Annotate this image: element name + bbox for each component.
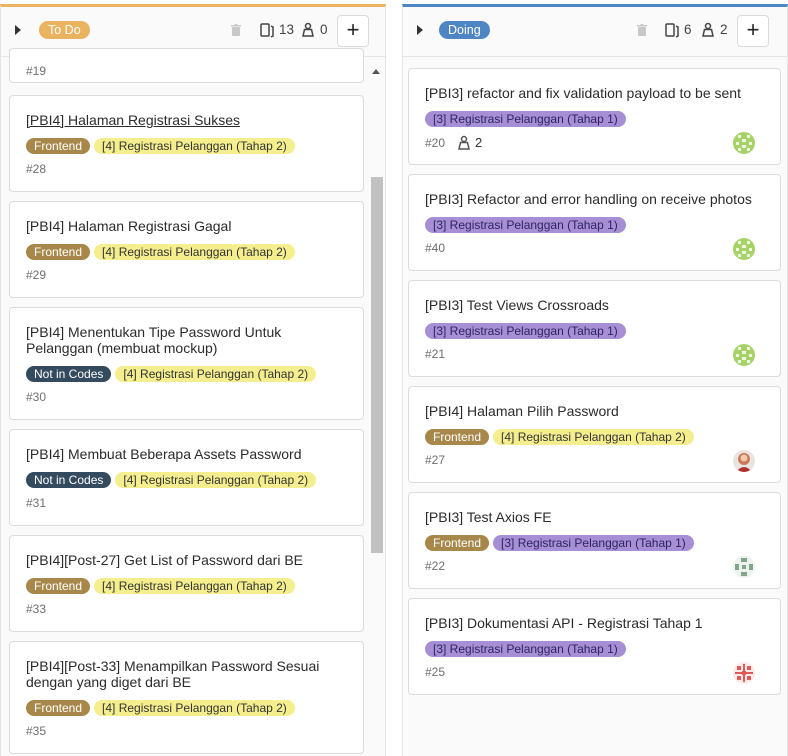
issue-id: #30: [26, 390, 47, 404]
label-frontend[interactable]: Frontend: [26, 244, 91, 260]
weight-count: 2: [720, 22, 728, 37]
issues-icon: [260, 22, 274, 38]
label-milestone[interactable]: [3] Registrasi Pelanggan (Tahap 1): [493, 535, 694, 551]
label-frontend[interactable]: Frontend: [425, 535, 490, 551]
issue-title[interactable]: [PBI4][Post-33] Menampilkan Password Ses…: [26, 658, 351, 690]
todo-card-list: #19 [PBI4] Halaman Registrasi Sukses Fro…: [1, 48, 385, 756]
label-milestone[interactable]: [4] Registrasi Pelanggan (Tahap 2): [94, 138, 295, 154]
label-milestone[interactable]: [4] Registrasi Pelanggan (Tahap 2): [115, 366, 317, 382]
weight-value: 2: [475, 135, 483, 150]
label-milestone[interactable]: [3] Registrasi Pelanggan (Tahap 1): [425, 111, 626, 127]
issue-title[interactable]: [PBI4] Halaman Pilih Password: [425, 403, 768, 419]
assignee-avatar[interactable]: [733, 556, 755, 578]
scrollbar[interactable]: [369, 63, 383, 756]
label-milestone[interactable]: [4] Registrasi Pelanggan (Tahap 2): [94, 578, 295, 594]
issue-title[interactable]: [PBI3] Refactor and error handling on re…: [425, 191, 768, 207]
trash-icon[interactable]: [637, 24, 647, 36]
issue-count: 6: [684, 22, 692, 37]
issue-id: #28: [26, 162, 47, 176]
issue-id: #40: [425, 241, 446, 255]
issue-weight: 2: [457, 135, 482, 150]
issue-title[interactable]: [PBI3] Test Axios FE: [425, 509, 768, 525]
doing-list-label: Doing: [439, 21, 490, 39]
scrollbar-thumb[interactable]: [371, 177, 383, 553]
issue-title[interactable]: [PBI4] Menentukan Tipe Password Untuk Pe…: [26, 324, 351, 356]
scroll-up-arrow-icon[interactable]: [372, 69, 380, 74]
issue-card[interactable]: [PBI3] Test Views Crossroads [3] Registr…: [408, 280, 781, 377]
issue-id: #19: [26, 64, 47, 78]
issue-card[interactable]: [PBI3] Test Axios FE Frontend [3] Regist…: [408, 492, 781, 589]
issue-card[interactable]: [PBI4][Post-33] Menampilkan Password Ses…: [9, 641, 364, 754]
collapse-toggle-icon[interactable]: [417, 25, 423, 35]
issue-meta: #20 2: [425, 135, 482, 150]
add-issue-button[interactable]: +: [337, 15, 369, 47]
issue-title[interactable]: [PBI4] Halaman Registrasi Gagal: [26, 218, 351, 234]
issue-title[interactable]: [PBI4] Membuat Beberapa Assets Password: [26, 446, 351, 462]
assignee-avatar[interactable]: [733, 238, 755, 260]
issue-title[interactable]: [PBI3] Dokumentasi API - Registrasi Taha…: [425, 615, 768, 631]
issue-id: #21: [425, 347, 446, 361]
weight-count: 0: [320, 22, 328, 37]
issue-card[interactable]: [PBI3] refactor and fix validation paylo…: [408, 68, 781, 165]
assignee-avatar[interactable]: [733, 662, 755, 684]
issue-id: #31: [26, 496, 47, 510]
collapse-toggle-icon[interactable]: [15, 25, 21, 35]
issue-id: #35: [26, 724, 47, 738]
issue-title[interactable]: [PBI3] refactor and fix validation paylo…: [425, 85, 768, 101]
label-frontend[interactable]: Frontend: [26, 138, 91, 154]
doing-column: Doing 6 2 + [PBI3] refactor and fix vali…: [402, 4, 788, 756]
issue-id: #33: [26, 602, 47, 616]
weight-icon: [458, 135, 470, 150]
label-milestone[interactable]: [3] Registrasi Pelanggan (Tahap 1): [425, 217, 626, 233]
assignee-avatar[interactable]: [733, 132, 755, 154]
doing-column-header: Doing 6 2 +: [403, 7, 787, 57]
issue-card[interactable]: [PBI4][Post-27] Get List of Password dar…: [9, 535, 364, 632]
assignee-avatar[interactable]: [733, 344, 755, 366]
label-milestone[interactable]: [3] Registrasi Pelanggan (Tahap 1): [425, 641, 626, 657]
label-milestone[interactable]: [4] Registrasi Pelanggan (Tahap 2): [94, 700, 295, 716]
issue-title[interactable]: [PBI4] Halaman Registrasi Sukses: [26, 112, 351, 128]
trash-icon[interactable]: [231, 24, 241, 36]
issue-card[interactable]: [PBI4] Membuat Beberapa Assets Password …: [9, 429, 364, 526]
label-milestone[interactable]: [3] Registrasi Pelanggan (Tahap 1): [425, 323, 626, 339]
todo-list-label: To Do: [39, 21, 90, 39]
issue-card[interactable]: [PBI4] Halaman Pilih Password Frontend […: [408, 386, 781, 483]
issue-card[interactable]: [PBI3] Dokumentasi API - Registrasi Taha…: [408, 598, 781, 695]
todo-column: To Do 13 0 + #19 [PBI4] Halaman Registra…: [0, 4, 386, 756]
assignee-avatar[interactable]: [733, 450, 755, 472]
add-issue-button[interactable]: +: [737, 15, 769, 47]
issue-card[interactable]: [PBI4] Halaman Registrasi Sukses Fronten…: [9, 95, 364, 192]
issue-title[interactable]: [PBI4][Post-27] Get List of Password dar…: [26, 552, 351, 568]
label-milestone[interactable]: [4] Registrasi Pelanggan (Tahap 2): [115, 472, 317, 488]
issue-card[interactable]: [PBI4] Menentukan Tipe Password Untuk Pe…: [9, 307, 364, 420]
issue-card[interactable]: #19: [9, 48, 364, 83]
issue-id: #29: [26, 268, 47, 282]
issues-icon: [665, 22, 679, 38]
issue-count: 13: [279, 22, 295, 37]
label-not-in-codes[interactable]: Not in Codes: [26, 366, 112, 382]
weight-icon: [301, 22, 315, 37]
label-milestone[interactable]: [4] Registrasi Pelanggan (Tahap 2): [493, 429, 694, 445]
label-frontend[interactable]: Frontend: [26, 700, 91, 716]
weight-icon: [701, 22, 715, 37]
issue-card[interactable]: [PBI3] Refactor and error handling on re…: [408, 174, 781, 271]
issue-title[interactable]: [PBI3] Test Views Crossroads: [425, 297, 768, 313]
issue-id: #27: [425, 453, 446, 467]
label-milestone[interactable]: [4] Registrasi Pelanggan (Tahap 2): [94, 244, 295, 260]
issue-id: #22: [425, 559, 446, 573]
issue-id: #20: [425, 135, 446, 150]
issue-id: #25: [425, 665, 446, 679]
label-frontend[interactable]: Frontend: [26, 578, 91, 594]
label-not-in-codes[interactable]: Not in Codes: [26, 472, 112, 488]
issue-card[interactable]: [PBI4] Halaman Registrasi Gagal Frontend…: [9, 201, 364, 298]
label-frontend[interactable]: Frontend: [425, 429, 490, 445]
doing-card-list: [PBI3] refactor and fix validation paylo…: [403, 58, 787, 756]
